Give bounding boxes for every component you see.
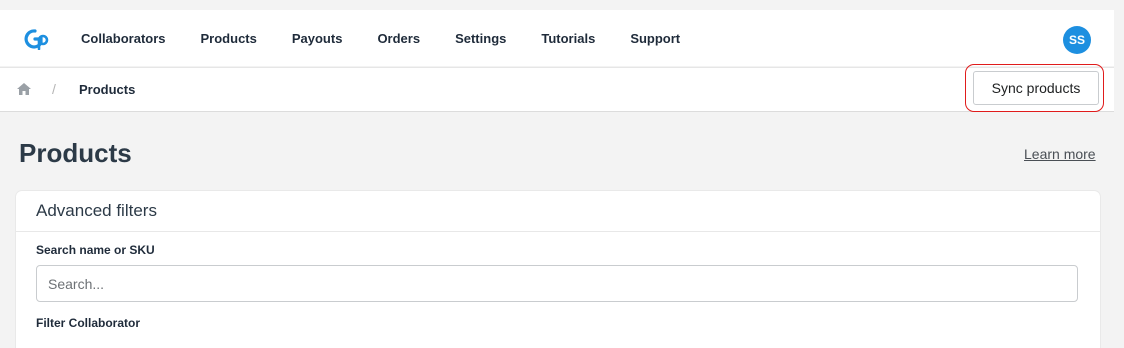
home-icon[interactable]	[17, 83, 31, 95]
user-avatar[interactable]: SS	[1063, 26, 1091, 54]
breadcrumb-separator: /	[52, 81, 56, 97]
advanced-filters-card: Advanced filters Search name or SKU Filt…	[16, 191, 1100, 348]
learn-more-link[interactable]: Learn more	[1024, 146, 1096, 162]
nav-item-support[interactable]: Support	[630, 31, 680, 46]
page-title: Products	[19, 138, 132, 168]
sync-products-button[interactable]: Sync products	[973, 71, 1099, 105]
nav-item-settings[interactable]: Settings	[455, 31, 506, 46]
breadcrumb: / Products	[0, 67, 1114, 112]
breadcrumb-current: Products	[79, 82, 136, 97]
top-navigation-bar: Collaborators Products Payouts Orders Se…	[0, 10, 1114, 66]
app-page: Collaborators Products Payouts Orders Se…	[0, 0, 1124, 348]
main-nav: Collaborators Products Payouts Orders Se…	[81, 10, 715, 66]
search-input[interactable]	[36, 265, 1078, 302]
nav-item-orders[interactable]: Orders	[377, 31, 420, 46]
nav-item-products[interactable]: Products	[201, 31, 257, 46]
nav-item-collaborators[interactable]: Collaborators	[81, 31, 166, 46]
card-title: Advanced filters	[36, 201, 157, 220]
collaborator-filter-label: Filter Collaborator	[36, 316, 141, 330]
search-label: Search name or SKU	[36, 243, 155, 257]
nav-item-payouts[interactable]: Payouts	[292, 31, 343, 46]
nav-item-tutorials[interactable]: Tutorials	[541, 31, 595, 46]
card-header: Advanced filters	[16, 191, 1100, 232]
gp-logo-icon[interactable]	[24, 28, 50, 50]
